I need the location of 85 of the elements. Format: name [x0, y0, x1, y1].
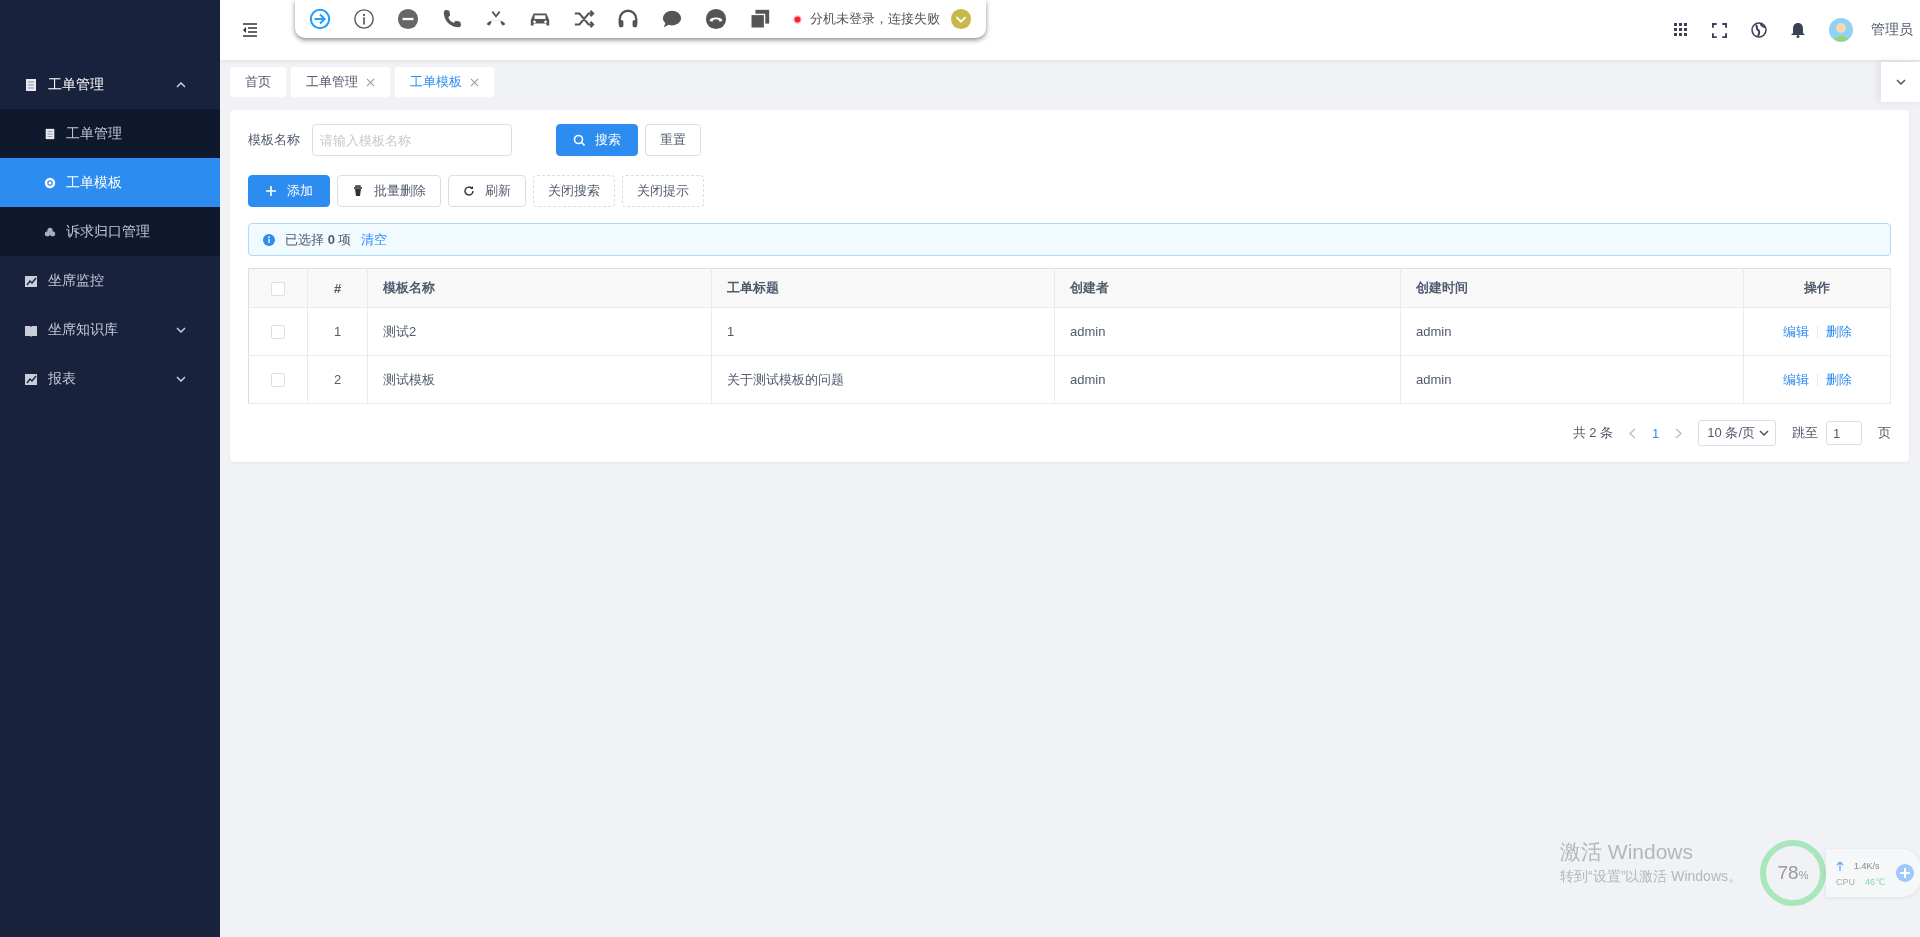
login-icon[interactable]	[309, 8, 331, 30]
headset-icon[interactable]	[617, 8, 639, 30]
tab[interactable]: 工单模板	[395, 67, 494, 97]
user-name[interactable]: 管理员	[1871, 21, 1913, 39]
page-jump-field[interactable]: 1	[1826, 421, 1862, 445]
table-cell: 测试2	[367, 307, 712, 356]
column-header: 模板名称	[367, 268, 712, 308]
checkbox[interactable]	[271, 325, 285, 340]
page-suffix: 页	[1878, 424, 1891, 442]
edit-link[interactable]: 编辑	[1782, 371, 1809, 387]
activation-text: 转到“设置”以激活 Windows。	[1560, 868, 1742, 886]
table-cell: admin	[1400, 355, 1744, 404]
plus-icon	[265, 185, 277, 197]
sidebar-item[interactable]: 工单管理	[0, 60, 220, 109]
table-cell: 1	[711, 307, 1055, 356]
refresh-button[interactable]: 刷新	[448, 175, 526, 207]
tab[interactable]: 首页	[230, 67, 286, 97]
checkbox[interactable]	[271, 281, 285, 296]
globe-icon[interactable]	[1751, 22, 1767, 38]
sidebar-subitem[interactable]: 工单管理	[0, 109, 220, 158]
activation-title: 激活 Windows	[1560, 839, 1695, 865]
field-label: 模板名称	[248, 131, 300, 149]
cpu-temperature: 46℃	[1865, 877, 1886, 887]
jump-label: 跳至	[1792, 424, 1818, 442]
upload-arrow-icon	[1836, 861, 1844, 871]
chevron-icon	[176, 326, 186, 333]
checkbox[interactable]	[271, 373, 285, 388]
delete-link[interactable]: 删除	[1825, 323, 1852, 339]
chart-icon	[24, 371, 38, 386]
chevron-icon	[176, 81, 186, 88]
table-cell: 2	[307, 355, 368, 404]
phone-icon[interactable]	[441, 8, 463, 30]
hang-up-icon[interactable]	[705, 8, 727, 30]
chat-bubble-icon[interactable]	[661, 8, 683, 30]
usage-percent: 78%	[1777, 862, 1809, 884]
table-cell: 关于测试模板的问题	[711, 355, 1055, 404]
status-dot-icon	[793, 14, 802, 24]
column-header: 创建者	[1054, 268, 1401, 308]
close-icon[interactable]	[470, 77, 479, 87]
column-header: 工单标题	[711, 268, 1055, 308]
column-header: #	[307, 268, 368, 308]
batch-delete-button[interactable]: 批量删除	[337, 175, 441, 207]
table-cell: admin	[1054, 307, 1401, 356]
bell-icon[interactable]	[1791, 22, 1805, 38]
sidebar-subitem[interactable]: 诉求归口管理	[0, 207, 220, 256]
apps-grid-icon[interactable]	[1674, 23, 1688, 37]
close-icon[interactable]	[366, 77, 375, 87]
column-header: 创建时间	[1400, 268, 1744, 308]
chart-icon	[24, 273, 38, 288]
search-icon	[573, 134, 585, 146]
close-search-button[interactable]: 关闭搜索	[533, 175, 615, 207]
tab[interactable]: 工单管理	[291, 67, 390, 97]
sidebar-item[interactable]: 坐席知识库	[0, 305, 220, 354]
trash-icon	[352, 185, 364, 197]
sidebar-item[interactable]: 坐席监控	[0, 256, 220, 305]
sidebar-item[interactable]: 报表	[0, 354, 220, 403]
reset-button[interactable]: 重置	[645, 124, 701, 156]
table-cell: admin	[1054, 355, 1401, 404]
delete-link[interactable]: 删除	[1825, 371, 1852, 387]
chevron-icon	[1896, 79, 1906, 85]
info-icon	[263, 233, 275, 246]
chevron-icon	[1759, 430, 1769, 436]
status-text: 分机未登录，连接失败	[810, 10, 940, 28]
shuffle-icon[interactable]	[573, 8, 595, 30]
copy-icon[interactable]	[749, 8, 771, 30]
total-count: 共 2 条	[1572, 424, 1614, 442]
column-header: 操作	[1743, 268, 1891, 308]
disc-icon	[44, 176, 56, 189]
network-speed: 1.4K/s	[1854, 861, 1880, 871]
menu-icon[interactable]	[242, 23, 258, 37]
close-tips-button[interactable]: 关闭提示	[622, 175, 704, 207]
document-icon	[44, 127, 56, 140]
refresh-icon	[463, 185, 475, 197]
table-cell: 测试模板	[367, 355, 712, 404]
document-icon	[24, 77, 38, 92]
fullscreen-icon[interactable]	[1712, 22, 1727, 38]
page-size-select[interactable]: 10 条/页	[1698, 420, 1776, 446]
table-cell: admin	[1400, 307, 1744, 356]
table-cell: 1	[307, 307, 368, 356]
edit-link[interactable]: 编辑	[1782, 323, 1809, 339]
chevron-icon	[176, 375, 186, 382]
info-icon[interactable]	[353, 8, 375, 30]
cpu-label: CPU	[1836, 877, 1855, 887]
cloud-icon	[44, 225, 56, 238]
selection-count-text: 已选择 0 项	[285, 230, 352, 249]
